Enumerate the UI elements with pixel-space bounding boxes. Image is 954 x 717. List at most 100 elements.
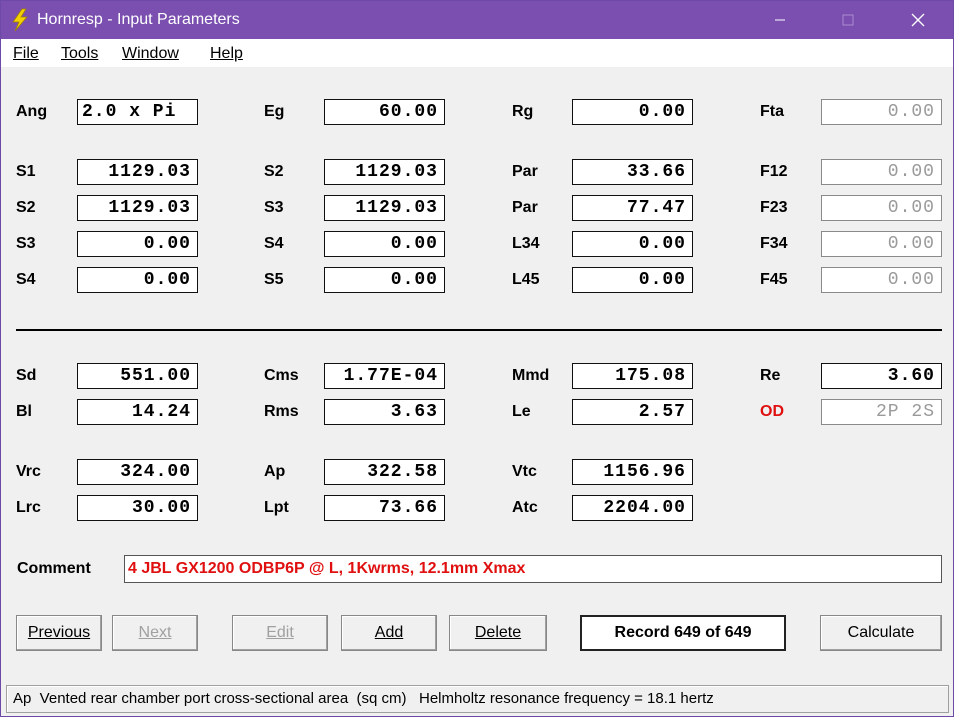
f45-field[interactable]: 0.00 — [821, 267, 942, 293]
par-field-2[interactable]: 77.47 — [572, 195, 693, 221]
close-button[interactable] — [895, 1, 941, 39]
re-label: Re — [760, 367, 781, 384]
menu-help[interactable]: Help — [210, 45, 243, 63]
par-field-1[interactable]: 33.66 — [572, 159, 693, 185]
vtc-label: Vtc — [512, 463, 537, 480]
s2-label: S2 — [16, 199, 36, 216]
lrc-label: Lrc — [16, 499, 41, 516]
vtc-field[interactable]: 1156.96 — [572, 459, 693, 485]
par-label-1: Par — [512, 163, 538, 180]
menu-bar: File Tools Window Help — [1, 39, 953, 67]
s1-field[interactable]: 1129.03 — [77, 159, 198, 185]
menu-window-label: Window — [122, 45, 179, 62]
s2-field[interactable]: 1129.03 — [77, 195, 198, 221]
rg-field[interactable]: 0.00 — [572, 99, 693, 125]
ap-field[interactable]: 322.58 — [324, 459, 445, 485]
menu-tools[interactable]: Tools — [61, 45, 98, 63]
atc-field[interactable]: 2204.00 — [572, 495, 693, 521]
f34-field[interactable]: 0.00 — [821, 231, 942, 257]
f23-label: F23 — [760, 199, 788, 216]
s4-label-col2: S4 — [264, 235, 284, 252]
rg-label: Rg — [512, 103, 534, 120]
f12-label: F12 — [760, 163, 788, 180]
lpt-field[interactable]: 73.66 — [324, 495, 445, 521]
vrc-label: Vrc — [16, 463, 41, 480]
add-button-label: Add — [374, 624, 404, 641]
lightning-icon — [12, 8, 28, 32]
s5-label: S5 — [264, 271, 284, 288]
s4-field-col2[interactable]: 0.00 — [324, 231, 445, 257]
ap-label: Ap — [264, 463, 286, 480]
l34-label: L34 — [512, 235, 540, 252]
minimize-icon — [775, 19, 785, 21]
bl-label: Bl — [16, 403, 32, 420]
menu-file-label: File — [13, 45, 39, 62]
s5-field[interactable]: 0.00 — [324, 267, 445, 293]
eg-field[interactable]: 60.00 — [324, 99, 445, 125]
comment-field[interactable]: 4 JBL GX1200 ODBP6P @ L, 1Kwrms, 12.1mm … — [124, 555, 942, 583]
next-button-label: Next — [138, 624, 172, 641]
ang-field[interactable]: 2.0 x Pi — [77, 99, 198, 125]
ang-label: Ang — [16, 103, 48, 120]
edit-button-label: Edit — [266, 624, 294, 641]
hornresp-window: Hornresp - Input Parameters File Tools W… — [0, 0, 954, 717]
close-icon — [911, 13, 925, 27]
f34-label: F34 — [760, 235, 788, 252]
mmd-label: Mmd — [512, 367, 550, 384]
maximize-icon — [842, 14, 854, 26]
re-field[interactable]: 3.60 — [821, 363, 942, 389]
s3-label: S3 — [16, 235, 36, 252]
record-indicator: Record 649 of 649 — [580, 615, 786, 651]
f23-field[interactable]: 0.00 — [821, 195, 942, 221]
s4-label: S4 — [16, 271, 36, 288]
minimize-button[interactable] — [757, 1, 803, 39]
rms-field[interactable]: 3.63 — [324, 399, 445, 425]
next-button[interactable]: Next — [112, 615, 198, 651]
s2-label-col2: S2 — [264, 163, 284, 180]
menu-file[interactable]: File — [13, 45, 39, 63]
bl-field[interactable]: 14.24 — [77, 399, 198, 425]
menu-tools-label: Tools — [61, 45, 99, 62]
menu-window[interactable]: Window — [122, 45, 179, 63]
comment-label: Comment — [17, 560, 91, 577]
s2-field-col2[interactable]: 1129.03 — [324, 159, 445, 185]
mmd-field[interactable]: 175.08 — [572, 363, 693, 389]
edit-button[interactable]: Edit — [232, 615, 328, 651]
s4-field[interactable]: 0.00 — [77, 267, 198, 293]
sd-label: Sd — [16, 367, 37, 384]
le-label: Le — [512, 403, 531, 420]
s3-label-col2: S3 — [264, 199, 284, 216]
s1-label: S1 — [16, 163, 36, 180]
calculate-button[interactable]: Calculate — [820, 615, 942, 651]
s3-field[interactable]: 0.00 — [77, 231, 198, 257]
previous-button[interactable]: Previous — [16, 615, 102, 651]
fta-field[interactable]: 0.00 — [821, 99, 942, 125]
vrc-field[interactable]: 324.00 — [77, 459, 198, 485]
rms-label: Rms — [264, 403, 299, 420]
od-field[interactable]: 2P 2S — [821, 399, 942, 425]
sd-field[interactable]: 551.00 — [77, 363, 198, 389]
status-bar: Ap Vented rear chamber port cross-sectio… — [6, 685, 949, 713]
title-bar[interactable]: Hornresp - Input Parameters — [1, 1, 953, 39]
le-field[interactable]: 2.57 — [572, 399, 693, 425]
eg-label: Eg — [264, 103, 285, 120]
add-button[interactable]: Add — [341, 615, 437, 651]
od-label[interactable]: OD — [760, 399, 784, 425]
cms-field[interactable]: 1.77E-04 — [324, 363, 445, 389]
s3-field-col2[interactable]: 1129.03 — [324, 195, 445, 221]
fta-label: Fta — [760, 103, 784, 120]
input-parameters-panel: Ang 2.0 x Pi Eg 60.00 Rg 0.00 Fta 0.00 S… — [1, 67, 953, 685]
delete-button[interactable]: Delete — [449, 615, 547, 651]
par-label-2: Par — [512, 199, 538, 216]
lpt-label: Lpt — [264, 499, 289, 516]
l45-label: L45 — [512, 271, 540, 288]
lrc-field[interactable]: 30.00 — [77, 495, 198, 521]
section-divider — [16, 329, 942, 331]
delete-button-label: Delete — [474, 624, 522, 641]
maximize-button — [825, 1, 871, 39]
f12-field[interactable]: 0.00 — [821, 159, 942, 185]
l45-field[interactable]: 0.00 — [572, 267, 693, 293]
cms-label: Cms — [264, 367, 299, 384]
window-title: Hornresp - Input Parameters — [37, 11, 240, 28]
l34-field[interactable]: 0.00 — [572, 231, 693, 257]
